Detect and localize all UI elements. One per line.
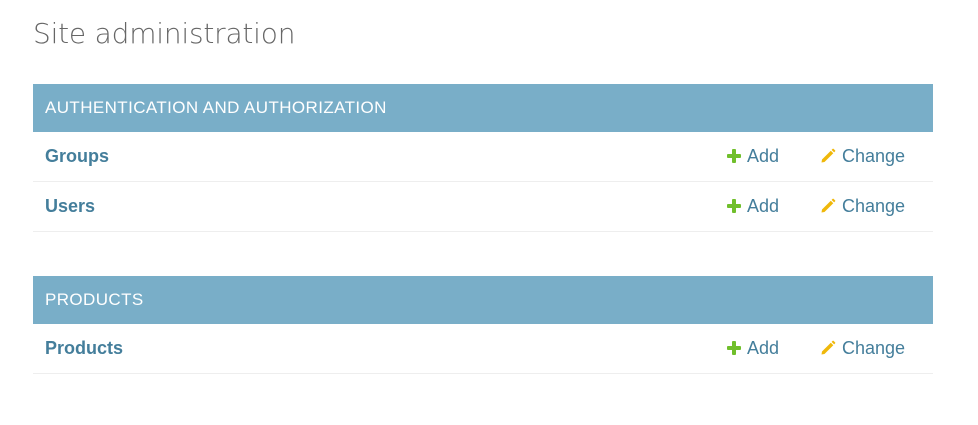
plus-icon — [726, 340, 742, 356]
module-products: PRODUCTS Products Add Change — [33, 276, 933, 374]
plus-icon — [726, 148, 742, 164]
model-link-users[interactable]: Users — [45, 182, 95, 230]
change-label: Change — [842, 145, 906, 166]
admin-page: Site administration AUTHENTICATION AND A… — [0, 0, 978, 425]
plus-icon — [726, 198, 742, 214]
table-row: Groups Add Change — [33, 132, 933, 182]
change-products-link[interactable]: Change — [819, 324, 905, 372]
change-label: Change — [842, 337, 906, 358]
module-authentication-and-authorization: AUTHENTICATION AND AUTHORIZATION Groups … — [33, 84, 933, 232]
add-groups-link[interactable]: Add — [726, 132, 779, 180]
add-label: Add — [747, 145, 780, 166]
pencil-icon — [821, 148, 836, 163]
module-caption[interactable]: PRODUCTS — [33, 276, 933, 324]
pencil-icon — [821, 198, 836, 213]
add-label: Add — [747, 195, 780, 216]
table-row: Users Add Change — [33, 182, 933, 232]
model-link-groups[interactable]: Groups — [45, 132, 109, 180]
add-label: Add — [747, 337, 780, 358]
add-products-link[interactable]: Add — [726, 324, 779, 372]
module-caption[interactable]: AUTHENTICATION AND AUTHORIZATION — [33, 84, 933, 132]
table-row: Products Add Change — [33, 324, 933, 374]
change-label: Change — [842, 195, 906, 216]
add-users-link[interactable]: Add — [726, 182, 779, 230]
change-users-link[interactable]: Change — [819, 182, 905, 230]
pencil-icon — [821, 340, 836, 355]
page-title: Site administration — [33, 17, 296, 50]
model-link-products[interactable]: Products — [45, 324, 123, 372]
change-groups-link[interactable]: Change — [819, 132, 905, 180]
